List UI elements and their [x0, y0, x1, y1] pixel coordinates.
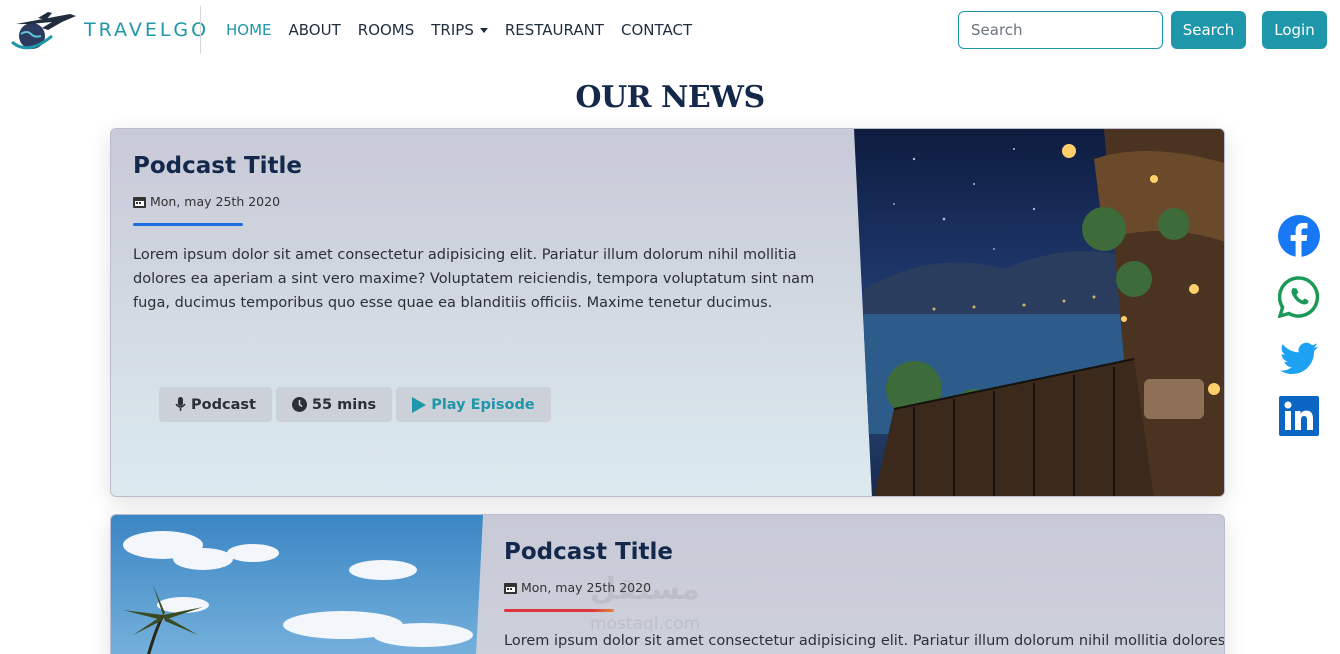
nav-restaurant[interactable]: RESTAURANT — [505, 20, 604, 40]
section-title: OUR NEWS — [575, 80, 765, 115]
calendar-icon — [504, 582, 517, 594]
card-title: Podcast Title — [133, 153, 303, 179]
play-episode-button[interactable]: Play Episode — [396, 387, 551, 422]
twitter-icon[interactable] — [1278, 337, 1320, 379]
airplane-globe-logo-icon — [11, 12, 76, 50]
play-episode-label: Play Episode — [431, 396, 535, 413]
chevron-down-icon — [479, 28, 488, 33]
navbar: TRAVELGO HOME ABOUT ROOMS TRIPS RESTAURA… — [0, 0, 1340, 60]
brand-divider — [200, 6, 201, 54]
duration-tag-label: 55 mins — [311, 396, 377, 413]
nav-home[interactable]: HOME — [226, 20, 272, 40]
watermark-sub: mostaql.com — [590, 614, 701, 634]
nav-links: HOME ABOUT ROOMS TRIPS RESTAURANT CONTAC… — [226, 20, 709, 40]
calendar-icon — [133, 196, 146, 208]
title-underline — [133, 223, 243, 226]
facebook-icon[interactable] — [1278, 215, 1320, 257]
nav-contact[interactable]: CONTACT — [621, 20, 692, 40]
podcast-tag[interactable]: Podcast — [159, 387, 272, 422]
duration-tag[interactable]: 55 mins — [275, 387, 393, 422]
search-button[interactable]: Search — [1171, 11, 1246, 49]
clock-icon — [291, 397, 307, 412]
watermark: مستقل — [590, 572, 700, 607]
title-underline — [504, 609, 614, 612]
card-tags: Podcast 55 mins Play Episode — [159, 387, 551, 422]
brand[interactable]: TRAVELGO — [8, 8, 209, 52]
brand-name: TRAVELGO — [84, 19, 210, 41]
nav-rooms[interactable]: ROOMS — [358, 20, 415, 40]
linkedin-icon[interactable] — [1278, 395, 1320, 437]
tropical-sky-image — [111, 515, 483, 654]
nav-about[interactable]: ABOUT — [289, 20, 341, 40]
microphone-icon — [175, 397, 186, 411]
whatsapp-icon[interactable] — [1278, 276, 1320, 318]
podcast-tag-label: Podcast — [191, 396, 256, 413]
nav-trips[interactable]: TRIPS — [431, 20, 488, 40]
balcony-night-sea-image — [854, 129, 1224, 496]
news-card: Podcast Title Mon, may 25th 2020 Lorem i… — [110, 128, 1225, 497]
nav-trips-label: TRIPS — [431, 21, 474, 39]
play-icon — [412, 396, 427, 413]
card-date-text: Mon, may 25th 2020 — [150, 194, 281, 209]
login-button[interactable]: Login — [1262, 11, 1327, 49]
card-date: Mon, may 25th 2020 — [133, 194, 280, 209]
search-input[interactable] — [958, 11, 1163, 49]
card-title: Podcast Title — [504, 539, 674, 565]
card-body: Lorem ipsum dolor sit amet consectetur a… — [133, 247, 815, 311]
